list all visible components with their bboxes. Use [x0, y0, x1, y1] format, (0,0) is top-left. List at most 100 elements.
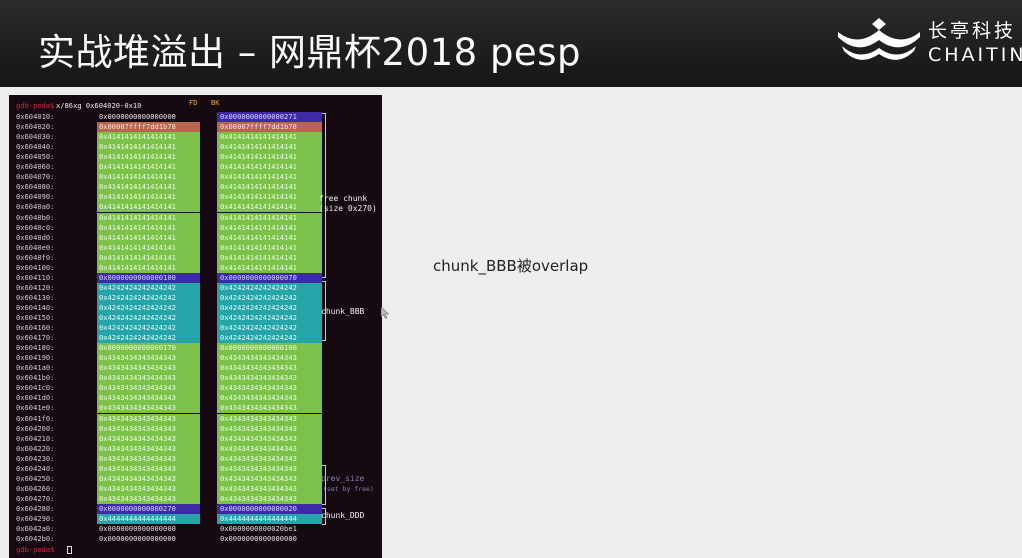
memory-row: 0x6040f0: 0x4141414141414141 0x41414141414… — [9, 252, 382, 263]
memory-address: 0x604090: — [16, 192, 55, 202]
memory-address: 0x604280: — [16, 503, 55, 513]
memory-address: 0x604070: — [16, 172, 55, 182]
memory-row: 0x6041d0: 0x4343434343434343 0x43434343434… — [9, 393, 382, 404]
memory-qword-1: 0x4343434343434343 — [97, 433, 200, 444]
chunk-bbb-label: chunk_BBB — [321, 307, 365, 316]
memory-address: 0x604250: — [16, 473, 55, 483]
memory-qword-1: 0x4141414141414141 — [97, 152, 200, 163]
memory-row: 0x6041e0: 0x4343434343434343 0x43434343434… — [9, 403, 382, 414]
memory-qword-2: 0x4141414141414141 — [217, 242, 322, 253]
memory-address: 0x6040b0: — [16, 212, 55, 222]
memory-qword-1: 0x00007ffff7dd1b78 — [97, 122, 200, 133]
memory-row: 0x604120: 0x4242424242424242 0x42424242424… — [9, 282, 382, 293]
chaitin-logo: 长亭科技 CHAITIN — [836, 16, 1022, 72]
memory-row: 0x604160: 0x4242424242424242 0x42424242424… — [9, 323, 382, 334]
memory-qword-1: 0x4343434343434343 — [97, 373, 200, 384]
memory-row: 0x604060: 0x4141414141414141 0x41414141414… — [9, 162, 382, 173]
memory-qword-2: 0x0000000000000070 — [217, 272, 322, 283]
memory-qword-1: 0x4141414141414141 — [97, 192, 200, 203]
gdb-terminal: gdb-peda$ x/86xg 0x604020-0x10 FD BK 0x6… — [9, 95, 382, 558]
memory-row: 0x604010: 0x0000000000000000 0x00000000000… — [9, 112, 382, 122]
memory-row: 0x604270: 0x4343434343434343 0x43434343434… — [9, 493, 382, 504]
memory-row: 0x604110: 0x0000000000000100 0x00000000000… — [9, 272, 382, 283]
memory-address: 0x6042b0: — [16, 534, 55, 544]
memory-address: 0x604100: — [16, 262, 55, 272]
memory-qword-1: 0x4242424242424242 — [97, 302, 200, 313]
memory-row: 0x6041b0: 0x4343434343434343 0x43434343434… — [9, 373, 382, 384]
memory-address: 0x604120: — [16, 282, 55, 292]
memory-qword-1: 0x4343434343434343 — [97, 423, 200, 434]
gdb-prompt-bottom: gdb-peda$ — [16, 545, 55, 554]
memory-row: 0x604180: 0x0000000000000170 0x00000000000… — [9, 343, 382, 354]
memory-address: 0x6041a0: — [16, 363, 55, 373]
memory-qword-1: 0x0000000000000000 — [99, 534, 176, 544]
memory-qword-2: 0x4242424242424242 — [217, 323, 322, 334]
bk-label: BK — [211, 99, 220, 107]
memory-qword-1: 0x4141414141414141 — [97, 202, 200, 213]
memory-qword-2: 0x4141414141414141 — [217, 222, 322, 233]
memory-row: 0x6040e0: 0x4141414141414141 0x41414141414… — [9, 242, 382, 253]
memory-address: 0x604230: — [16, 453, 55, 463]
memory-address: 0x604270: — [16, 493, 55, 503]
prev-size-label: prev_size — [321, 474, 365, 483]
memory-row: 0x604080: 0x4141414141414141 0x41414141414… — [9, 182, 382, 193]
memory-qword-2: 0x4343434343434343 — [217, 373, 322, 384]
memory-qword-2: 0x4141414141414141 — [217, 212, 322, 223]
memory-qword-1: 0x4141414141414141 — [97, 252, 200, 263]
memory-address: 0x604180: — [16, 343, 55, 353]
memory-qword-1: 0x4343434343434343 — [97, 363, 200, 374]
memory-qword-1: 0x4141414141414141 — [97, 222, 200, 233]
memory-qword-2: 0x4343434343434343 — [217, 483, 322, 494]
memory-address: 0x6041f0: — [16, 413, 55, 423]
memory-row: 0x604050: 0x4141414141414141 0x41414141414… — [9, 152, 382, 163]
memory-address: 0x604290: — [16, 514, 55, 523]
memory-qword-2: 0x4343434343434343 — [217, 393, 322, 404]
memory-qword-1: 0x4141414141414141 — [97, 132, 200, 143]
slide-caption: chunk_BBB被overlap — [433, 257, 589, 275]
memory-qword-1: 0x4141414141414141 — [97, 142, 200, 153]
memory-qword-2: 0x0000000000020be1 — [220, 524, 297, 534]
memory-qword-2: 0x4242424242424242 — [217, 313, 322, 323]
memory-address: 0x604150: — [16, 313, 55, 322]
terminal-cursor[interactable] — [67, 546, 72, 554]
memory-row: 0x6040d0: 0x4141414141414141 0x41414141414… — [9, 232, 382, 243]
memory-qword-2: 0x0000000000000020 — [217, 503, 322, 514]
fd-label: FD — [189, 99, 198, 107]
free-chunk-size-label: (size 0x270) — [319, 204, 377, 213]
memory-row: 0x6041c0: 0x4343434343434343 0x43434343434… — [9, 383, 382, 394]
memory-row: 0x604130: 0x4242424242424242 0x42424242424… — [9, 292, 382, 303]
memory-row: 0x604230: 0x4343434343434343 0x43434343434… — [9, 453, 382, 464]
memory-address: 0x6040c0: — [16, 222, 55, 232]
memory-qword-2: 0x4242424242424242 — [217, 292, 322, 303]
memory-qword-2: 0x4141414141414141 — [217, 162, 322, 173]
memory-qword-2: 0x4141414141414141 — [217, 232, 322, 243]
memory-qword-2: 0x4343434343434343 — [217, 383, 322, 394]
logo-text-en: CHAITIN — [928, 44, 1022, 66]
memory-row: 0x604200: 0x4343434343434343 0x43434343434… — [9, 423, 382, 434]
memory-address: 0x604140: — [16, 302, 55, 312]
prompt-line-bottom: gdb-peda$ — [9, 545, 382, 555]
memory-qword-1: 0x4343434343434343 — [97, 393, 200, 404]
memory-qword-2: 0x4343434343434343 — [217, 453, 322, 464]
memory-address: 0x6041e0: — [16, 403, 55, 413]
memory-address: 0x604020: — [16, 122, 55, 132]
memory-address: 0x604010: — [16, 112, 55, 121]
memory-address: 0x604220: — [16, 443, 55, 453]
memory-address: 0x604060: — [16, 162, 55, 172]
memory-qword-1: 0x4444444444444444 — [97, 514, 200, 524]
gdb-command: x/86xg 0x604020-0x10 — [56, 101, 142, 110]
memory-qword-2: 0x4141414141414141 — [217, 172, 322, 183]
memory-address: 0x6041b0: — [16, 373, 55, 383]
memory-qword-1: 0x4141414141414141 — [97, 232, 200, 243]
memory-qword-2: 0x0000000000000271 — [217, 112, 322, 122]
memory-qword-1: 0x0000000000000000 — [99, 524, 176, 534]
memory-row: 0x6042b0: 0x0000000000000000 0x00000000000… — [9, 534, 382, 544]
memory-qword-2: 0x4141414141414141 — [217, 182, 322, 193]
memory-qword-1: 0x4343434343434343 — [97, 383, 200, 394]
memory-qword-1: 0x4242424242424242 — [97, 282, 200, 293]
memory-row: 0x6040b0: 0x4141414141414141 0x41414141414… — [9, 212, 382, 223]
memory-qword-2: 0x4141414141414141 — [217, 202, 322, 213]
memory-address: 0x6041d0: — [16, 393, 55, 403]
slide-title: 实战堆溢出 – 网鼎杯2018 pesp — [38, 31, 581, 74]
memory-qword-1: 0x0000000000000100 — [97, 272, 200, 283]
